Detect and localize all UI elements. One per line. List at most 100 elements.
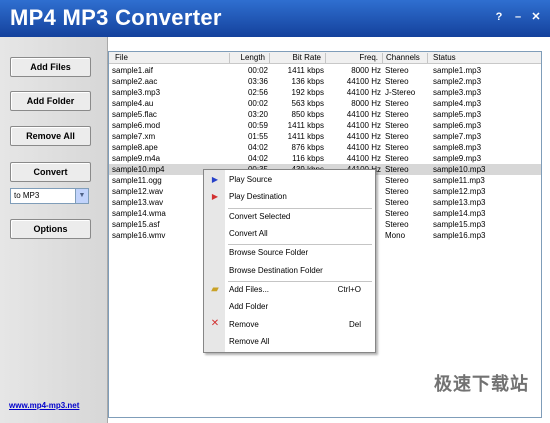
add-files-button[interactable]: Add Files (10, 57, 91, 77)
cell-length: 00:59 (247, 121, 268, 130)
menu-item-remove-all[interactable]: Remove All (229, 335, 269, 349)
cell-freq: 44100 Hz (346, 110, 381, 119)
table-row[interactable]: sample6.mod 00:59 1411 kbps 44100 Hz Stereo s… (109, 120, 541, 131)
cell-channels: Stereo (385, 143, 409, 152)
cell-channels: Mono (385, 231, 406, 240)
table-row[interactable]: sample2.aac 03:36 136 kbps 44100 Hz Stereo sa… (109, 76, 541, 87)
cell-freq: 44100 Hz (346, 88, 381, 97)
cell-file: sample9.m4a (112, 154, 161, 163)
menu-item-add-folder[interactable]: Add Folder (229, 300, 268, 314)
cell-bitrate: 192 kbps (291, 88, 324, 97)
table-row[interactable]: sample8.ape 04:02 876 kbps 44100 Hz Stereo sa… (109, 142, 541, 153)
website-link[interactable]: www.mp4-mp3.net (9, 401, 79, 410)
table-row[interactable]: sample5.flac 03:20 850 kbps 44100 Hz Stereo s… (109, 109, 541, 120)
cell-freq: 8000 Hz (351, 66, 381, 75)
cell-length: 03:20 (247, 110, 268, 119)
menu-item-play-destination[interactable]: Play Destination (229, 190, 287, 204)
cell-status: sample3.mp3 (433, 88, 482, 97)
shortcut-add-files: Ctrl+O (337, 285, 361, 294)
cell-freq: 8000 Hz (351, 99, 381, 108)
table-row[interactable]: sample7.xm 01:55 1411 kbps 44100 Hz Stereo sa… (109, 131, 541, 142)
cell-channels: Stereo (385, 132, 409, 141)
cell-status: sample9.mp3 (433, 154, 482, 163)
column-divider[interactable] (427, 53, 428, 63)
format-select-value: to MP3 (14, 191, 40, 200)
cell-file: sample4.au (112, 99, 154, 108)
cell-file: sample8.ape (112, 143, 158, 152)
cell-channels: Stereo (385, 110, 409, 119)
cell-freq: 44100 Hz (346, 154, 381, 163)
menu-item-browse-destination[interactable]: Browse Destination Folder (229, 264, 323, 278)
convert-button[interactable]: Convert (10, 162, 91, 182)
cell-channels: Stereo (385, 165, 409, 174)
cell-file: sample7.xm (112, 132, 156, 141)
cell-length: 04:02 (247, 154, 268, 163)
cell-status: sample2.mp3 (433, 77, 482, 86)
play-icon: ▶ (211, 175, 219, 184)
minimize-button[interactable]: – (512, 11, 524, 23)
sidebar: Add Files Add Folder Remove All Convert … (0, 37, 108, 423)
cell-bitrate: 116 kbps (292, 154, 324, 163)
app-title: MP4 MP3 Converter (10, 5, 222, 30)
cell-file: sample3.mp3 (112, 88, 161, 97)
cell-bitrate: 1411 kbps (287, 121, 324, 130)
table-row[interactable]: sample3.mp3 02:56 192 kbps 44100 Hz J-Stereo… (109, 87, 541, 98)
cell-channels: Stereo (385, 187, 409, 196)
cell-channels: Stereo (385, 121, 409, 130)
menu-item-convert-all[interactable]: Convert All (229, 227, 268, 241)
chevron-down-icon[interactable]: ▼ (75, 189, 88, 203)
column-header-channels[interactable]: Channels (383, 52, 423, 64)
cell-status: sample4.mp3 (433, 99, 482, 108)
cell-freq: 44100 Hz (346, 77, 381, 86)
menu-item-browse-source[interactable]: Browse Source Folder (229, 246, 308, 260)
cell-status: sample8.mp3 (433, 143, 482, 152)
table-row[interactable]: sample9.m4a 04:02 116 kbps 44100 Hz Stereo sa… (109, 153, 541, 164)
cell-status: sample16.mp3 (433, 231, 486, 240)
column-header-length[interactable]: Length (230, 52, 268, 64)
menu-item-convert-selected[interactable]: Convert Selected (229, 210, 290, 224)
remove-all-button[interactable]: Remove All (10, 126, 91, 146)
cell-length: 03:36 (247, 77, 268, 86)
cell-status: sample12.mp3 (433, 187, 486, 196)
table-row[interactable]: sample4.au 00:02 563 kbps 8000 Hz Stereo samp… (109, 98, 541, 109)
menu-separator (228, 208, 372, 209)
cell-bitrate: 1411 kbps (287, 132, 324, 141)
cell-channels: Stereo (385, 176, 409, 185)
column-header-status[interactable]: Status (430, 52, 459, 64)
cell-status: sample14.mp3 (433, 209, 486, 218)
menu-item-play-source[interactable]: Play Source (229, 173, 272, 187)
close-button[interactable]: ✕ (530, 11, 542, 23)
play-icon: ▶ (211, 192, 219, 201)
cell-status: sample11.mp3 (433, 176, 485, 185)
help-button[interactable]: ? (493, 11, 505, 23)
cell-channels: J-Stereo (385, 88, 416, 97)
watermark-logo: 极速下载站 (434, 374, 529, 395)
column-header-freq[interactable]: Freq. (326, 52, 381, 64)
table-row[interactable]: sample1.aif 00:02 1411 kbps 8000 Hz Stereo sa… (109, 65, 541, 76)
cell-status: sample5.mp3 (433, 110, 482, 119)
format-select[interactable]: to MP3 ▼ (10, 188, 89, 204)
column-header-file[interactable]: File (112, 52, 131, 64)
cell-file: sample1.aif (112, 66, 153, 75)
add-folder-button[interactable]: Add Folder (10, 91, 91, 111)
cell-bitrate: 876 kbps (291, 143, 324, 152)
cell-channels: Stereo (385, 66, 409, 75)
cell-file: sample5.flac (112, 110, 157, 119)
menu-item-add-files[interactable]: Add Files... (229, 283, 269, 297)
cell-channels: Stereo (385, 154, 409, 163)
cell-freq: 44100 Hz (346, 143, 381, 152)
cell-file: sample2.aac (112, 77, 158, 86)
menu-item-remove[interactable]: Remove (229, 318, 259, 332)
cell-bitrate: 850 kbps (291, 110, 324, 119)
shortcut-remove: Del (348, 320, 361, 329)
cell-bitrate: 136 kbps (291, 77, 324, 86)
context-menu: ▶ Play Source ▶ Play Destination Convert… (203, 169, 376, 353)
cell-status: sample6.mp3 (433, 121, 482, 130)
menu-separator (228, 281, 372, 282)
cell-length: 00:02 (247, 66, 268, 75)
column-header-bitrate[interactable]: Bit Rate (270, 52, 324, 64)
options-button[interactable]: Options (10, 219, 91, 239)
cell-bitrate: 1411 kbps (287, 66, 324, 75)
cell-channels: Stereo (385, 99, 409, 108)
cell-status: sample7.mp3 (433, 132, 482, 141)
